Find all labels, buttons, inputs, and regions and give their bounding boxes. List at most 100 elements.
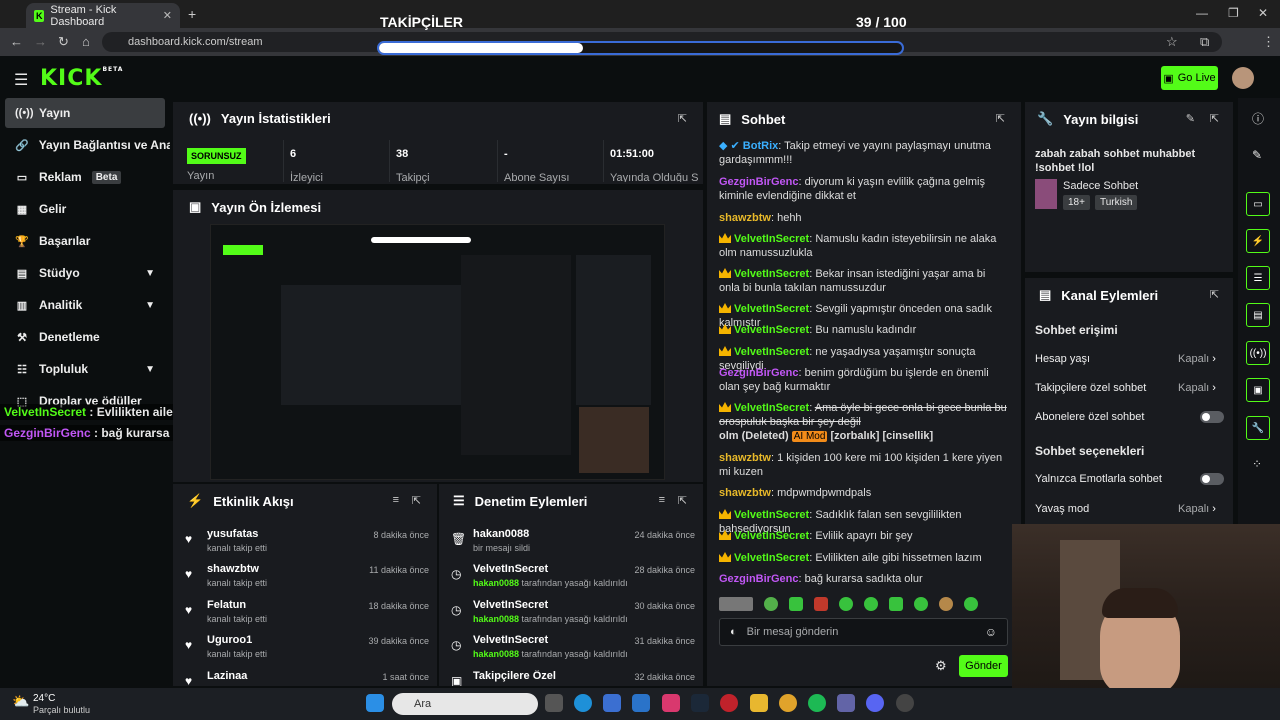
home-icon[interactable]: ⌂ (82, 34, 90, 49)
sidebar-item-stream-key[interactable]: 🔗 Yayın Bağlantısı ve Anahtar (5, 130, 170, 160)
maximize-icon[interactable]: ❐ (1228, 6, 1239, 20)
popout-icon[interactable]: ⇱ (1210, 288, 1219, 301)
actions-widget-icon[interactable]: ▣ (1246, 378, 1270, 402)
emote-icon[interactable] (789, 597, 803, 611)
popout-icon[interactable]: ⇱ (996, 112, 1005, 125)
teams-icon[interactable] (837, 694, 855, 712)
emote-icon[interactable] (839, 597, 853, 611)
discord-icon[interactable] (866, 694, 884, 712)
chat-user[interactable]: shawzbtw (719, 452, 771, 464)
emote-icon[interactable] (964, 597, 978, 611)
sidebar-item-basarilar[interactable]: 🏆 Başarılar (5, 226, 165, 256)
task-view-icon[interactable] (545, 694, 563, 712)
sidebar-item-yayin[interactable]: ((•)) Yayın (5, 98, 165, 128)
sidebar-item-denetleme[interactable]: ⚒ Denetleme (5, 322, 165, 352)
bookmark-star-icon[interactable]: ☆ (1166, 34, 1178, 50)
wrench-widget-icon[interactable]: 🔧 (1246, 416, 1270, 440)
emote-icon[interactable] (889, 597, 903, 611)
taskbar-search[interactable]: Ara (392, 693, 538, 715)
chat-input[interactable]: ◐ Bir mesaj gönderin ☺ (719, 618, 1008, 646)
broadcast-widget-icon[interactable]: ((•)) (1246, 341, 1270, 365)
browser-tab[interactable]: K Stream - Kick Dashboard ✕ (26, 3, 180, 28)
chat-message: VelvetInSecret: Namuslu kadın isteyebili… (719, 233, 997, 259)
store-icon[interactable] (603, 694, 621, 712)
extensions-icon[interactable]: ⧉ (1200, 34, 1209, 50)
avatar[interactable] (1232, 67, 1254, 89)
menu-dots-icon[interactable]: ⋮ (1262, 34, 1275, 50)
popout-icon[interactable]: ⇱ (1210, 112, 1219, 125)
hamburger-menu-icon[interactable]: ☰ (14, 70, 28, 90)
chat-message: GezginBirGenc: benim gördüğüm bu işlerde… (719, 367, 989, 393)
emote-icon[interactable] (764, 597, 778, 611)
dashboard-widget-icon[interactable]: ▭ (1246, 192, 1270, 216)
bolt-icon[interactable]: ⚡ (1246, 229, 1270, 253)
chat-user[interactable]: VelvetInSecret (734, 233, 809, 245)
chrome-icon[interactable] (779, 694, 797, 712)
emote-icon[interactable] (719, 597, 753, 611)
filter-icon[interactable]: ≡ (659, 494, 665, 506)
chat-user[interactable]: VelvetInSecret (734, 268, 809, 280)
sidebar-item-reklam[interactable]: ▭ Reklam Beta (5, 162, 165, 192)
chat-user[interactable]: VelvetInSecret (734, 402, 809, 414)
chat-user[interactable]: VelvetInSecret (734, 552, 809, 564)
edge-icon[interactable] (574, 694, 592, 712)
minimize-icon[interactable]: — (1196, 6, 1208, 20)
popout-icon[interactable]: ⇱ (678, 494, 687, 507)
popout-icon[interactable]: ⇱ (412, 494, 421, 507)
sidebar-item-studyo[interactable]: ▤ Stüdyo ▼ (5, 258, 165, 288)
emote-icon[interactable] (864, 597, 878, 611)
emote-only-toggle[interactable] (1200, 473, 1224, 485)
subscriber-chat-toggle[interactable] (1200, 411, 1224, 423)
windows-start-icon[interactable] (366, 694, 384, 712)
emoji-icon[interactable]: ☺ (985, 625, 997, 639)
emote-icon[interactable] (939, 597, 953, 611)
setting-value-takipci[interactable]: Kapalı › (1178, 382, 1216, 394)
chat-user[interactable]: shawzbtw (719, 487, 771, 499)
outlook-icon[interactable] (632, 694, 650, 712)
new-tab-icon[interactable]: + (188, 6, 196, 22)
close-window-icon[interactable]: ✕ (1258, 6, 1268, 20)
filter-icon[interactable]: ≡ (393, 494, 399, 506)
spotify-icon[interactable] (808, 694, 826, 712)
emote-icon[interactable] (814, 597, 828, 611)
info-icon[interactable]: ⓘ (1252, 110, 1264, 127)
steam-icon[interactable] (691, 694, 709, 712)
chat-user[interactable]: shawzbtw (719, 212, 771, 224)
file-explorer-icon[interactable] (750, 694, 768, 712)
chat-user[interactable]: GezginBirGenc (719, 367, 798, 379)
emote-icon[interactable] (914, 597, 928, 611)
pencil-icon[interactable]: ✎ (1252, 148, 1262, 162)
opera-icon[interactable] (720, 694, 738, 712)
send-button[interactable]: Gönder (959, 655, 1008, 677)
kick-logo[interactable]: KICKBETA (40, 66, 123, 91)
chat-user[interactable]: VelvetInSecret (734, 530, 809, 542)
chat-user[interactable]: VelvetInSecret (734, 509, 809, 521)
sidebar-item-label: Gelir (39, 202, 67, 216)
obs-icon[interactable] (896, 694, 914, 712)
chat-user[interactable]: VelvetInSecret (734, 303, 809, 315)
sidebar-item-analitik[interactable]: ▥ Analitik ▼ (5, 290, 165, 320)
more-widgets-icon[interactable]: ⁘ (1252, 457, 1262, 471)
chat-user[interactable]: VelvetInSecret (734, 324, 809, 336)
list-icon[interactable]: ☰ (1246, 266, 1270, 290)
edit-icon[interactable]: ✎ (1186, 112, 1195, 125)
gear-icon[interactable]: ⚙ (935, 658, 947, 674)
go-live-button[interactable]: ▣ Go Live (1161, 66, 1218, 90)
chat-widget-icon[interactable]: ▤ (1246, 303, 1270, 327)
back-icon[interactable]: ← (10, 34, 23, 49)
popout-icon[interactable]: ⇱ (678, 112, 687, 125)
chat-user[interactable]: VelvetInSecret (734, 346, 809, 358)
stat-value: 38 (396, 148, 409, 160)
chat-user[interactable]: GezginBirGenc (719, 176, 798, 188)
instagram-icon[interactable] (662, 694, 680, 712)
chat-user[interactable]: BotRix (743, 140, 778, 152)
chat-user[interactable]: GezginBirGenc (719, 573, 798, 585)
sidebar-item-gelir[interactable]: ▦ Gelir (5, 194, 165, 224)
sidebar-item-topluluk[interactable]: ☷ Topluluk ▼ (5, 354, 165, 384)
setting-value-yavas-mod[interactable]: Kapalı › (1178, 503, 1216, 515)
stream-preview-video[interactable] (210, 224, 665, 480)
reload-icon[interactable]: ↻ (58, 34, 69, 50)
close-tab-icon[interactable]: ✕ (163, 9, 172, 22)
setting-value-hesap-yasi[interactable]: Kapalı › (1178, 353, 1216, 365)
forward-icon[interactable]: → (34, 34, 47, 49)
